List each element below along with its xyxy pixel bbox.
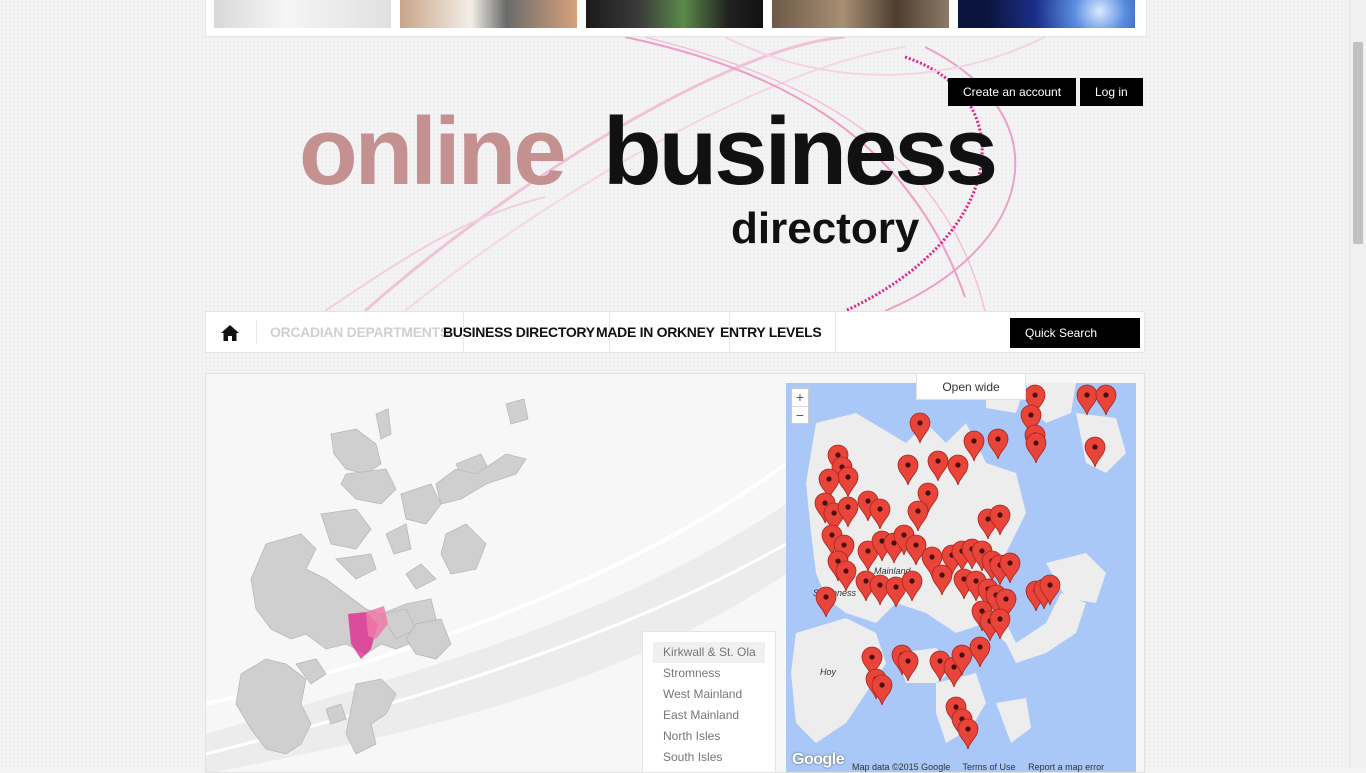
home-icon[interactable]	[220, 324, 240, 342]
site-header: Create an account Log in online business…	[205, 37, 1145, 311]
region-item-south-isles[interactable]: South Isles	[653, 747, 765, 768]
map-panel: Kirkwall & St. Ola Stromness West Mainla…	[205, 373, 1145, 773]
logo-business-text: business	[603, 98, 998, 205]
google-logo[interactable]: Google	[792, 751, 845, 769]
region-item-east-mainland[interactable]: East Mainland	[653, 705, 765, 726]
map-marker-pin[interactable]	[901, 570, 923, 602]
terms-of-use-link[interactable]: Terms of Use	[963, 762, 1016, 772]
map-marker-pin[interactable]	[1084, 436, 1106, 468]
region-item-north-isles[interactable]: North Isles	[653, 726, 765, 747]
map-marker-pin[interactable]	[987, 428, 1009, 460]
map-zoom-control: + −	[791, 388, 809, 424]
google-map[interactable]: Mainland Stromness Hoy + − Google Map da…	[786, 383, 1136, 772]
map-marker-pin[interactable]	[907, 500, 929, 532]
zoom-in-button[interactable]: +	[792, 389, 808, 407]
map-marker-pin[interactable]	[897, 454, 919, 486]
map-marker-pin[interactable]	[837, 466, 859, 498]
region-item-west-mainland[interactable]: West Mainland	[653, 684, 765, 705]
map-marker-pin[interactable]	[909, 412, 931, 444]
zoom-out-button[interactable]: −	[792, 407, 808, 424]
map-marker-pin[interactable]	[871, 674, 893, 706]
banner-image-2[interactable]	[400, 0, 577, 28]
map-marker-pin[interactable]	[1025, 432, 1047, 464]
map-footer: Map data ©2015 Google Terms of Use Repor…	[852, 762, 1114, 772]
map-data-attribution: Map data ©2015 Google	[852, 762, 951, 772]
report-map-error-link[interactable]: Report a map error	[1028, 762, 1104, 772]
map-marker-pin[interactable]	[957, 718, 979, 750]
map-markers-layer	[814, 384, 1117, 750]
map-marker-pin[interactable]	[837, 496, 859, 528]
map-marker-pin[interactable]	[927, 450, 949, 482]
scrollbar[interactable]	[1349, 0, 1366, 768]
banner-strip	[205, 0, 1147, 37]
map-marker-pin[interactable]	[835, 560, 857, 592]
login-button[interactable]: Log in	[1080, 78, 1143, 106]
nav-item-entry-levels[interactable]: Entry Levels	[706, 312, 837, 352]
map-marker-pin[interactable]	[1076, 384, 1098, 416]
region-item-stromness[interactable]: Stromness	[653, 663, 765, 684]
region-list: Kirkwall & St. Ola Stromness West Mainla…	[642, 631, 776, 772]
scrollbar-thumb[interactable]	[1353, 42, 1363, 244]
map-marker-pin[interactable]	[1095, 384, 1117, 416]
map-marker-pin[interactable]	[969, 636, 991, 668]
map-marker-pin[interactable]	[947, 454, 969, 486]
map-marker-pin[interactable]	[931, 564, 953, 596]
logo-directory-text: directory	[731, 204, 920, 253]
banner-image-3[interactable]	[586, 0, 763, 28]
quick-search-button[interactable]: Quick Search	[1010, 318, 1140, 348]
banner-image-1[interactable]	[214, 0, 391, 28]
map-marker-pin[interactable]	[897, 650, 919, 682]
main-navigation: Orcadian Departments Business Directory …	[205, 311, 1145, 353]
logo-online-text: online	[299, 98, 567, 205]
banner-image-4[interactable]	[772, 0, 949, 28]
banner-image-5[interactable]	[958, 0, 1135, 28]
open-wide-button[interactable]: Open wide	[916, 374, 1026, 400]
map-marker-pin[interactable]	[963, 430, 985, 462]
map-marker-pin[interactable]	[815, 586, 837, 618]
map-marker-pin[interactable]	[869, 498, 891, 530]
region-item-kirkwall-st-ola[interactable]: Kirkwall & St. Ola	[653, 642, 765, 663]
